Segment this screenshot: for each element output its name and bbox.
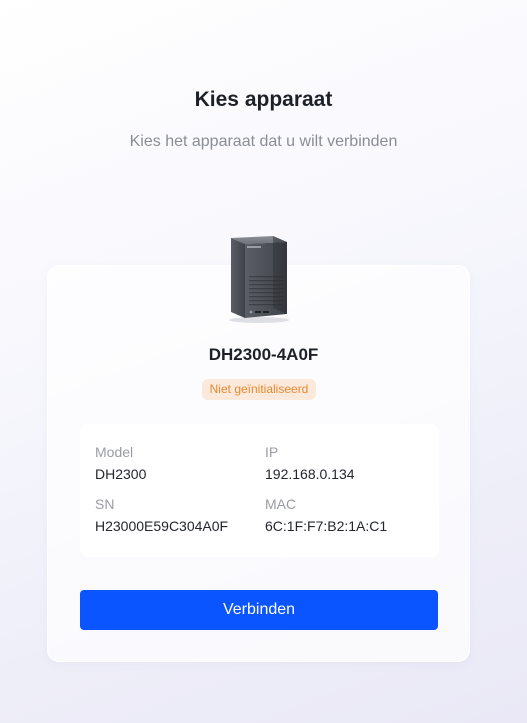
model-value: DH2300 — [95, 466, 147, 482]
ip-label: IP — [265, 444, 279, 460]
sn-label: SN — [95, 496, 115, 512]
device-info-panel: Model DH2300 IP 192.168.0.134 SN H23000E… — [80, 424, 439, 557]
mac-label: MAC — [265, 496, 297, 512]
status-badge: Niet geïnitialiseerd — [202, 379, 316, 400]
ip-value: 192.168.0.134 — [265, 466, 355, 482]
sn-value: H23000E59C304A0F — [95, 518, 229, 534]
nas-device-icon — [229, 236, 289, 323]
connect-button[interactable]: Verbinden — [80, 590, 438, 630]
device-name: DH2300-4A0F — [208, 345, 319, 364]
model-label: Model — [95, 444, 134, 460]
page-title: Kies apparaat — [194, 88, 333, 111]
page-subtitle: Kies het apparaat dat u wilt verbinden — [129, 133, 398, 150]
mac-value: 6C:1F:F7:B2:1A:C1 — [265, 518, 388, 534]
